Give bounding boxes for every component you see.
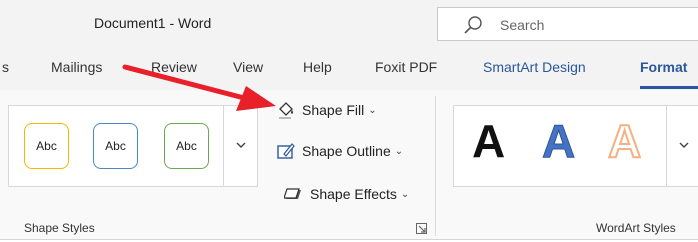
shape-fill-label: Shape Fill	[302, 102, 365, 118]
dialog-launcher-icon[interactable]	[416, 223, 427, 234]
chevron-down-icon	[679, 142, 689, 148]
shape-fill-button[interactable]: Shape Fill ⌄	[276, 98, 377, 122]
shape-style-preset-2[interactable]: Abc	[93, 123, 138, 169]
chevron-down-icon: ⌄	[368, 104, 377, 116]
shape-style-preset-label: Abc	[105, 139, 126, 153]
search-label: Search	[500, 17, 545, 33]
tab-format[interactable]: Format	[640, 59, 687, 75]
tab-view[interactable]: View	[233, 59, 263, 75]
paint-bucket-icon	[279, 102, 293, 119]
chevron-down-icon: ⌄	[400, 188, 410, 200]
shape-styles-more-button[interactable]	[223, 106, 257, 186]
search-box[interactable]: Search	[437, 7, 698, 41]
wordart-style-3[interactable]: A	[607, 114, 642, 168]
wordart-more-button[interactable]	[666, 106, 698, 186]
wordart-style-1[interactable]: A	[472, 114, 505, 168]
shape-effects-label: Shape Effects	[310, 186, 397, 202]
tab-smartart-design[interactable]: SmartArt Design	[483, 59, 586, 75]
ribbon-panel: Abc Abc Abc Shape Fill ⌄ Shape Outline ⌄…	[0, 90, 698, 240]
wordart-styles-group-label: WordArt Styles	[596, 221, 676, 235]
tab-mailings[interactable]: Mailings	[51, 59, 102, 75]
shape-outline-button[interactable]: Shape Outline ⌄	[276, 139, 403, 163]
title-bar: Document1 - Word Search	[0, 0, 698, 46]
tab-foxit-pdf[interactable]: Foxit PDF	[375, 59, 437, 75]
shape-styles-gallery: Abc Abc Abc	[8, 105, 258, 187]
shape-style-preset-label: Abc	[176, 139, 197, 153]
shape-effects-button[interactable]: Shape Effects ⌄	[284, 182, 409, 206]
wordart-styles-gallery: A A A	[453, 105, 698, 187]
wordart-style-2[interactable]: A	[541, 114, 575, 168]
shape-style-preset-3[interactable]: Abc	[164, 123, 209, 169]
shape-style-preset-label: Abc	[36, 139, 57, 153]
tab-partial[interactable]: s	[2, 59, 9, 75]
pen-outline-icon	[277, 143, 295, 159]
active-tab-indicator	[640, 86, 698, 89]
shape-style-preset-1[interactable]: Abc	[24, 123, 69, 169]
search-icon	[464, 16, 482, 34]
chevron-down-icon: ⌄	[394, 145, 404, 157]
tab-review[interactable]: Review	[151, 59, 197, 75]
shape-effects-icon	[284, 188, 301, 199]
group-divider	[435, 96, 436, 236]
shape-styles-group-label: Shape Styles	[24, 221, 95, 235]
tab-help[interactable]: Help	[303, 59, 332, 75]
chevron-down-icon	[236, 142, 246, 148]
shape-outline-label: Shape Outline	[302, 143, 391, 159]
document-title: Document1 - Word	[94, 15, 212, 31]
ribbon-tabs: s Mailings Review View Help Foxit PDF Sm…	[0, 46, 698, 90]
